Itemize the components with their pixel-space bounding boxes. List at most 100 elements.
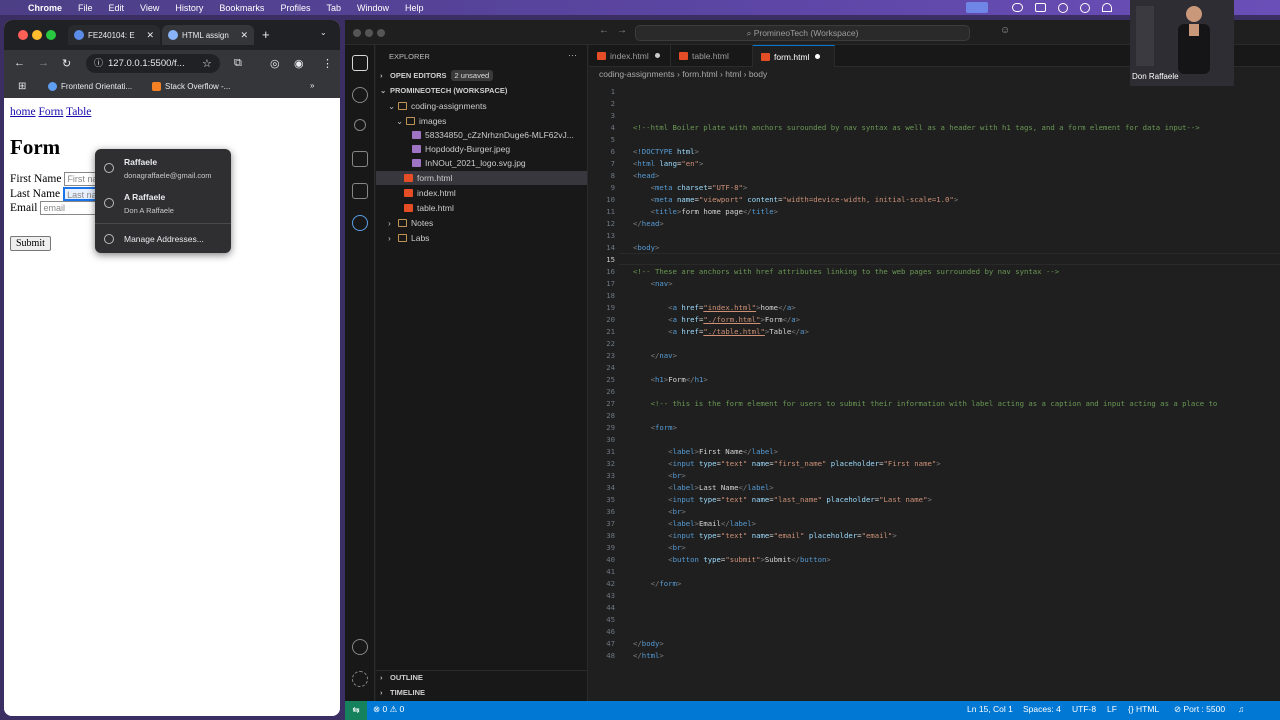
close-tab-icon[interactable]: ✕ [146, 30, 154, 41]
breadcrumb-item[interactable]: coding-assignments [599, 69, 675, 79]
tree-item-labs[interactable]: › Labs [376, 231, 587, 245]
code-line[interactable]: </form> [633, 579, 682, 588]
copilot-icon[interactable]: ☺ [1000, 25, 1010, 36]
code-line[interactable]: <!-- this is the form element for users … [633, 399, 1218, 408]
code-line[interactable]: <input type="text" name="last_name" plac… [633, 495, 932, 504]
cloud-icon[interactable] [1012, 3, 1023, 12]
menu-edit[interactable]: Edit [101, 3, 133, 13]
menu-help[interactable]: Help [397, 3, 432, 13]
code-line[interactable]: <label>Email</label> [633, 519, 756, 528]
nav-link-table[interactable]: Table [66, 106, 91, 118]
code-line[interactable]: <label>Last Name</label> [633, 483, 774, 492]
code-line[interactable]: </nav> [633, 351, 677, 360]
code-line[interactable]: <a href="./form.html">Form</a> [633, 315, 800, 324]
explorer-icon[interactable] [352, 55, 368, 71]
reload-icon[interactable]: ↻ [62, 57, 71, 70]
code-line[interactable]: <meta name="viewport" content="width=dev… [633, 195, 959, 204]
more-actions-icon[interactable]: ··· [568, 50, 577, 60]
source-control-icon[interactable] [354, 119, 366, 131]
chrome-tab-1[interactable]: FE240104: E ✕ [68, 25, 160, 45]
tree-item-image-file[interactable]: Hopdoddy-Burger.jpeg [376, 142, 587, 156]
menu-tab[interactable]: Tab [318, 3, 349, 13]
submit-button[interactable]: Submit [10, 236, 51, 251]
menu-file[interactable]: File [70, 3, 101, 13]
menu-view[interactable]: View [132, 3, 167, 13]
tree-item-coding-assignments[interactable]: ⌄ coding-assignments [376, 99, 587, 113]
code-line[interactable]: <a href="index.html">home</a> [633, 303, 796, 312]
search-icon[interactable] [352, 87, 368, 103]
workspace-section[interactable]: ⌄ PROMINEOTECH (WORKSPACE) [376, 84, 587, 98]
menu-profiles[interactable]: Profiles [272, 3, 318, 13]
forward-arrow-icon[interactable]: → [617, 25, 627, 36]
zoom-window-button[interactable] [46, 30, 56, 40]
breadcrumb-item[interactable]: body [749, 69, 767, 79]
end-of-line[interactable]: LF [1107, 704, 1117, 714]
indentation[interactable]: Spaces: 4 [1023, 704, 1061, 714]
code-line[interactable]: </html> [633, 651, 664, 660]
site-info-icon[interactable]: ⓘ [94, 54, 103, 73]
command-center-search[interactable]: ⌕ PromineoTech (Workspace) [635, 25, 970, 41]
run-debug-icon[interactable] [352, 151, 368, 167]
code-line[interactable]: <br> [633, 471, 686, 480]
manage-addresses-item[interactable]: Manage Addresses... [95, 225, 231, 251]
extensions-icon[interactable] [352, 183, 368, 199]
code-line[interactable]: <!DOCTYPE html> [633, 147, 699, 156]
bookmark-frontend[interactable]: Frontend Orientati... [48, 82, 132, 91]
chrome-tab-2[interactable]: HTML assign ✕ [162, 25, 254, 45]
remote-explorer-icon[interactable] [352, 215, 368, 231]
zoom-window-button[interactable] [377, 29, 385, 37]
breadcrumb-item[interactable]: html [725, 69, 741, 79]
minimize-window-button[interactable] [32, 30, 42, 40]
language-mode[interactable]: {} HTML [1128, 704, 1159, 714]
code-line[interactable]: <input type="text" name="email" placehol… [633, 531, 897, 540]
code-line[interactable]: <meta charset="UTF-8"> [633, 183, 748, 192]
encoding[interactable]: UTF-8 [1072, 704, 1096, 714]
nav-link-form[interactable]: Form [38, 106, 63, 118]
code-line[interactable]: <!-- These are anchors with href attribu… [633, 267, 1059, 276]
cursor-position[interactable]: Ln 15, Col 1 [967, 704, 1013, 714]
address-bar[interactable]: ⓘ 127.0.0.1:5500/f... [86, 54, 220, 73]
code-line[interactable]: <button type="submit">Submit</button> [633, 555, 831, 564]
close-tab-icon[interactable]: ✕ [240, 30, 248, 41]
tab-search-icon[interactable]: ⌄ [320, 28, 327, 37]
code-editor[interactable]: 1 2 3 4 <!--html Boiler plate with anchors s… [589, 85, 1280, 695]
tree-item-table-html[interactable]: table.html [376, 201, 587, 215]
tab-table-html[interactable]: table.html [671, 45, 753, 67]
screen-share-icon[interactable] [966, 2, 988, 13]
back-arrow-icon[interactable]: ← [14, 57, 25, 69]
code-line[interactable]: <nav> [633, 279, 673, 288]
close-window-button[interactable] [353, 29, 361, 37]
code-line[interactable]: <head> [633, 171, 659, 180]
tab-form-html[interactable]: form.html [753, 45, 835, 67]
bookmarks-overflow-icon[interactable]: » [310, 81, 314, 90]
code-line[interactable]: <br> [633, 543, 686, 552]
chrome-menu-icon[interactable]: ⋮ [322, 57, 333, 70]
tree-item-image-file[interactable]: 58334850_cZzNrhznDuge6-MLF62vJ... [376, 128, 587, 142]
info-icon[interactable] [1080, 2, 1090, 13]
record-icon[interactable] [1058, 2, 1068, 13]
extensions-icon[interactable]: ⧉ [234, 57, 242, 70]
code-line[interactable]: <title>form home page</title> [633, 207, 778, 216]
bookmark-star-icon[interactable]: ☆ [202, 57, 212, 70]
notifications-bell-icon[interactable]: ♫ [1238, 704, 1244, 714]
settings-gear-icon[interactable] [352, 671, 368, 687]
code-line[interactable]: <a href="./table.html">Table</a> [633, 327, 809, 336]
timeline-section[interactable]: › TIMELINE [376, 686, 587, 700]
open-editors-section[interactable]: › OPEN EDITORS 2 unsaved [376, 69, 587, 83]
code-line[interactable]: </body> [633, 639, 664, 648]
tab-index-html[interactable]: index.html [589, 45, 671, 67]
live-server-port[interactable]: ⊘ Port : 5500 [1174, 704, 1225, 715]
code-line[interactable]: <h1>Form</h1> [633, 375, 708, 384]
tree-item-image-file[interactable]: InNOut_2021_logo.svg.jpg [376, 156, 587, 170]
breadcrumb-item[interactable]: form.html [682, 69, 717, 79]
nav-link-home[interactable]: home [10, 106, 36, 118]
remote-indicator-icon[interactable]: ⇆ [345, 701, 367, 720]
code-line[interactable]: <body> [633, 243, 659, 252]
problems-indicator[interactable]: ⊗ 0 ⚠ 0 [373, 704, 404, 715]
code-line[interactable]: <html lang="en"> [633, 159, 703, 168]
minimize-window-button[interactable] [365, 29, 373, 37]
profile-icon[interactable]: ◉ [294, 57, 304, 70]
menu-window[interactable]: Window [349, 3, 397, 13]
code-line[interactable]: <label>First Name</label> [633, 447, 778, 456]
menu-history[interactable]: History [167, 3, 211, 13]
